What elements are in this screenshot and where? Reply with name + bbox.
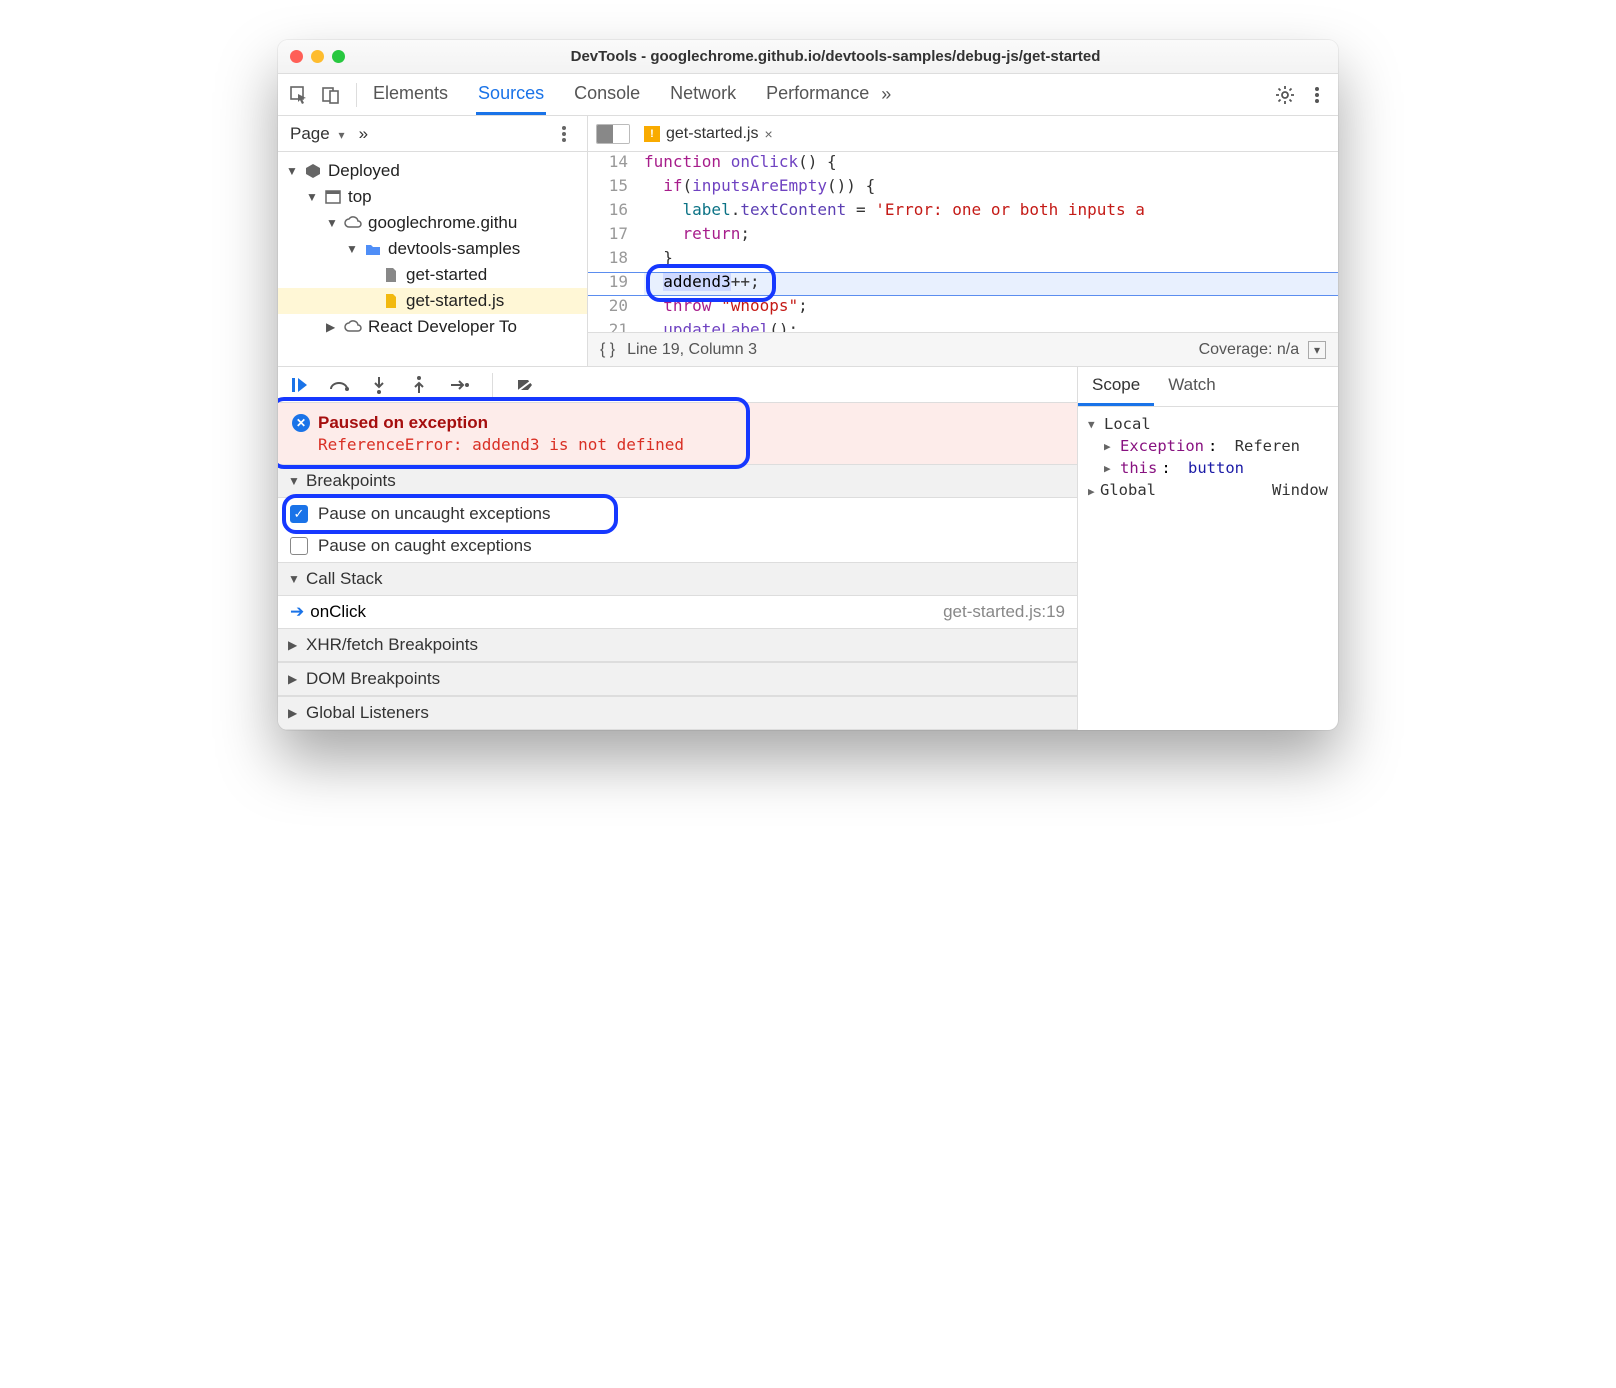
resume-button[interactable] bbox=[288, 374, 310, 396]
frame-location: get-started.js:19 bbox=[943, 602, 1065, 622]
navigator-panel: Page ▾ » ▼ Deployed ▼ top bbox=[278, 116, 588, 366]
js-file-icon bbox=[382, 292, 400, 310]
xhr-breakpoints-header[interactable]: ▶XHR/fetch Breakpoints bbox=[278, 628, 1077, 662]
navigator-header: Page ▾ » bbox=[278, 116, 587, 152]
pause-message: ReferenceError: addend3 is not defined bbox=[292, 435, 1063, 454]
cube-icon bbox=[304, 162, 322, 180]
pause-title: Paused on exception bbox=[318, 413, 488, 433]
inspect-element-icon[interactable] bbox=[288, 84, 310, 106]
tree-deployed[interactable]: ▼ Deployed bbox=[278, 158, 587, 184]
cloud-icon bbox=[344, 214, 362, 232]
more-tabs-button[interactable]: » bbox=[881, 84, 891, 105]
debugger-left: ✕ Paused on exception ReferenceError: ad… bbox=[278, 367, 1078, 730]
line-gutter: 14 15 16 17 18 19 20 21 bbox=[588, 152, 636, 332]
navigator-more-tabs[interactable]: » bbox=[359, 124, 368, 143]
tree-domain[interactable]: ▼ googlechrome.githu bbox=[278, 210, 587, 236]
tree-file-html[interactable]: get-started bbox=[278, 262, 587, 288]
coverage-label: Coverage: n/a bbox=[1199, 341, 1300, 358]
step-over-button[interactable] bbox=[328, 374, 350, 396]
tree-file-js[interactable]: get-started.js bbox=[278, 288, 587, 314]
step-out-button[interactable] bbox=[408, 374, 430, 396]
coverage-toggle-icon[interactable]: ▾ bbox=[1308, 341, 1326, 359]
tab-network[interactable]: Network bbox=[668, 75, 738, 115]
titlebar: DevTools - googlechrome.github.io/devtoo… bbox=[278, 40, 1338, 74]
tab-performance[interactable]: Performance bbox=[764, 75, 871, 115]
global-listeners-header[interactable]: ▶Global Listeners bbox=[278, 696, 1077, 730]
editor-tab-get-started-js[interactable]: ! get-started.js × bbox=[638, 125, 779, 143]
error-circle-icon: ✕ bbox=[292, 414, 310, 432]
editor-area: ! get-started.js × 14 15 16 17 18 19 20 … bbox=[588, 116, 1338, 366]
callstack-header[interactable]: ▼Call Stack bbox=[278, 562, 1077, 596]
close-window-button[interactable] bbox=[290, 50, 303, 63]
toolbar-divider bbox=[356, 83, 357, 107]
close-tab-button[interactable]: × bbox=[764, 126, 772, 142]
tab-elements[interactable]: Elements bbox=[371, 75, 450, 115]
navigator-page-tab[interactable]: Page bbox=[290, 124, 330, 143]
pause-on-caught-row[interactable]: Pause on caught exceptions bbox=[278, 530, 1077, 562]
cursor-position: Line 19, Column 3 bbox=[627, 341, 757, 359]
deactivate-breakpoints-button[interactable] bbox=[515, 374, 537, 396]
current-frame-arrow-icon: ➔ bbox=[290, 602, 304, 621]
navigator-menu-icon[interactable] bbox=[553, 123, 575, 145]
frame-icon bbox=[324, 188, 342, 206]
scope-tree[interactable]: ▼Local ▶Exception: Referen ▶this: button… bbox=[1078, 407, 1338, 507]
zoom-window-button[interactable] bbox=[332, 50, 345, 63]
cloud-icon bbox=[344, 318, 362, 336]
checkbox-checked-icon[interactable]: ✓ bbox=[290, 505, 308, 523]
chevron-down-icon: ▾ bbox=[338, 128, 344, 142]
warning-icon: ! bbox=[644, 126, 660, 142]
debugger-pane: ✕ Paused on exception ReferenceError: ad… bbox=[278, 366, 1338, 730]
editor-statusbar: { } Line 19, Column 3 Coverage: n/a ▾ bbox=[588, 332, 1338, 366]
sources-body: Page ▾ » ▼ Deployed ▼ top bbox=[278, 116, 1338, 366]
breakpoints-header[interactable]: ▼Breakpoints bbox=[278, 464, 1077, 498]
tree-react-ext[interactable]: ▶ React Developer To bbox=[278, 314, 587, 340]
devtools-window: DevTools - googlechrome.github.io/devtoo… bbox=[278, 40, 1338, 730]
device-mode-icon[interactable] bbox=[320, 84, 342, 106]
tab-watch[interactable]: Watch bbox=[1154, 367, 1230, 406]
traffic-lights bbox=[290, 50, 345, 63]
settings-gear-icon[interactable] bbox=[1274, 84, 1296, 106]
kebab-menu-icon[interactable] bbox=[1306, 84, 1328, 106]
window-title: DevTools - googlechrome.github.io/devtoo… bbox=[345, 48, 1326, 65]
tab-console[interactable]: Console bbox=[572, 75, 642, 115]
document-icon bbox=[382, 266, 400, 284]
debugger-right: Scope Watch ▼Local ▶Exception: Referen ▶… bbox=[1078, 367, 1338, 730]
tree-folder[interactable]: ▼ devtools-samples bbox=[278, 236, 587, 262]
dom-breakpoints-header[interactable]: ▶DOM Breakpoints bbox=[278, 662, 1077, 696]
pretty-print-button[interactable]: { } bbox=[600, 341, 615, 359]
tab-scope[interactable]: Scope bbox=[1078, 367, 1154, 406]
code-lines: function onClick() { if(inputsAreEmpty()… bbox=[644, 152, 1338, 332]
tab-sources[interactable]: Sources bbox=[476, 75, 546, 115]
panel-tabs: Elements Sources Console Network Perform… bbox=[371, 75, 871, 115]
tree-top[interactable]: ▼ top bbox=[278, 184, 587, 210]
source-editor[interactable]: 14 15 16 17 18 19 20 21 function onClick… bbox=[588, 152, 1338, 332]
pause-on-uncaught-row[interactable]: ✓ Pause on uncaught exceptions bbox=[278, 498, 1077, 530]
toggle-navigator-icon[interactable] bbox=[596, 124, 630, 144]
step-into-button[interactable] bbox=[368, 374, 390, 396]
folder-icon bbox=[364, 240, 382, 258]
callstack-frame[interactable]: ➔onClick get-started.js:19 bbox=[278, 596, 1077, 628]
debugger-toolbar bbox=[278, 367, 1077, 403]
pause-banner: ✕ Paused on exception ReferenceError: ad… bbox=[278, 403, 1077, 464]
file-tree[interactable]: ▼ Deployed ▼ top ▼ googlechrome.githu ▼ bbox=[278, 152, 587, 346]
checkbox-unchecked-icon[interactable] bbox=[290, 537, 308, 555]
minimize-window-button[interactable] bbox=[311, 50, 324, 63]
step-button[interactable] bbox=[448, 374, 470, 396]
editor-tabs: ! get-started.js × bbox=[588, 116, 1338, 152]
main-toolbar: Elements Sources Console Network Perform… bbox=[278, 74, 1338, 116]
